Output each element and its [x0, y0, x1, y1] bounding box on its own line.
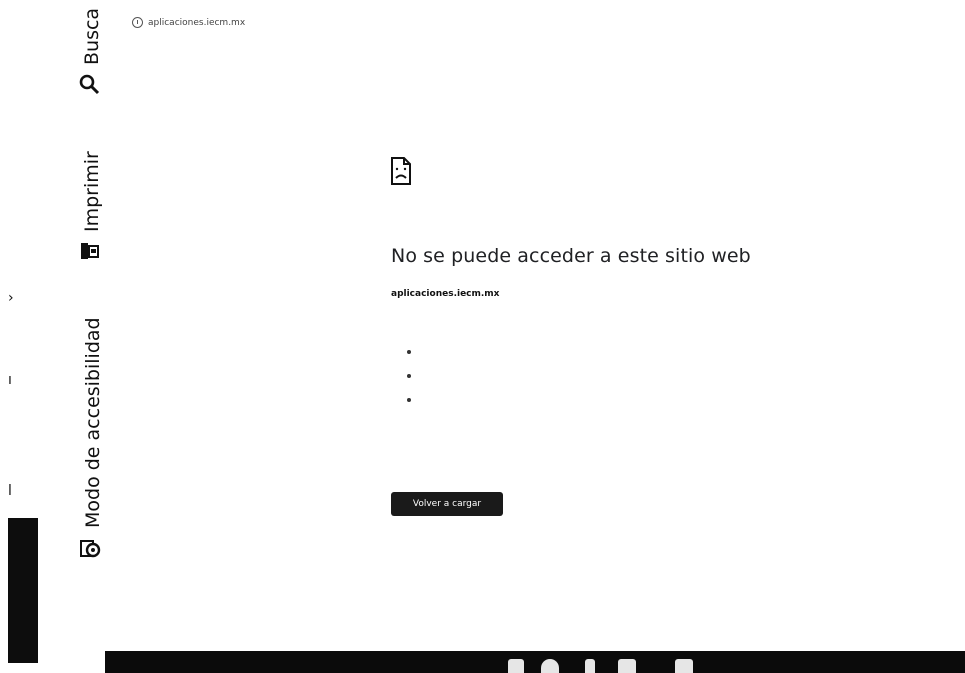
edge-mark: ›	[8, 290, 14, 306]
suggestion-item	[407, 364, 423, 388]
taskbar-app-icon[interactable]	[585, 659, 595, 673]
error-host: aplicaciones.iecm.mx	[391, 289, 500, 299]
search-label: Busca	[80, 7, 103, 65]
edge-mark: l	[8, 483, 12, 499]
error-title: No se puede acceder a este sitio web	[391, 245, 751, 267]
sad-page-icon	[390, 156, 412, 190]
address-bar[interactable]: aplicaciones.iecm.mx	[132, 17, 245, 28]
taskbar-app-icon[interactable]	[508, 659, 524, 673]
accessibility-icon	[78, 536, 107, 560]
edge-mark: ı	[8, 372, 12, 388]
error-suggestions-list	[407, 340, 423, 412]
suggestion-item	[407, 340, 423, 364]
taskbar	[105, 651, 965, 673]
url-text: aplicaciones.iecm.mx	[148, 17, 246, 28]
search-icon	[78, 73, 105, 95]
print-button[interactable]: Imprimir	[78, 151, 105, 262]
reload-button[interactable]: Volver a cargar	[391, 492, 503, 516]
accessibility-mode-button[interactable]: Modo de accesibilidad	[78, 317, 107, 560]
print-icon	[78, 240, 105, 262]
search-button[interactable]: Busca	[78, 8, 105, 95]
taskbar-app-icon[interactable]	[618, 659, 636, 673]
print-label: Imprimir	[80, 151, 103, 232]
error-host-line: aplicaciones.iecm.mx	[391, 289, 500, 299]
taskbar-app-icon[interactable]	[675, 659, 693, 673]
info-icon[interactable]	[132, 17, 143, 28]
accessibility-label: Modo de accesibilidad	[81, 317, 104, 528]
suggestion-item	[407, 388, 423, 412]
left-edge-bar	[8, 518, 38, 663]
taskbar-app-icon[interactable]	[541, 659, 559, 673]
